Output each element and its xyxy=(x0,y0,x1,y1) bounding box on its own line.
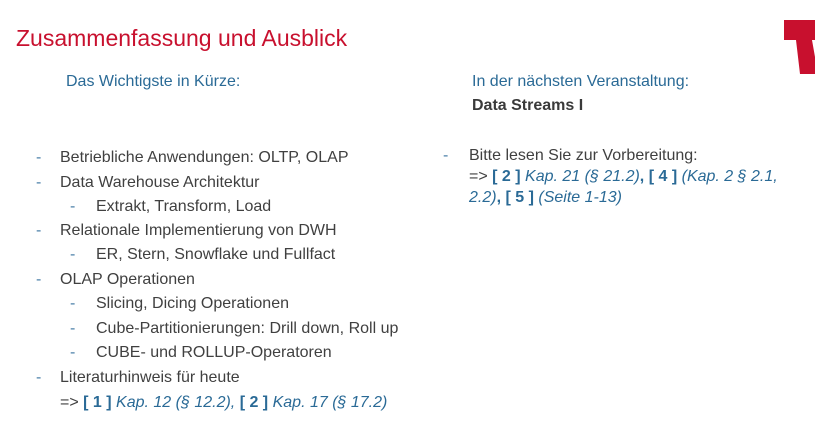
ref-1: [ 1 ] xyxy=(83,394,112,411)
reading-refs-line-1: => [ 2 ] Kap. 21 (§ 21.2), [ 4 ] (Kap. 2… xyxy=(469,168,778,186)
comma: , xyxy=(639,168,645,185)
bullet-dash: - xyxy=(36,369,42,386)
slide-title: Zusammenfassung und Ausblick xyxy=(16,25,348,51)
next-topic: Data Streams I xyxy=(472,97,584,114)
ref-2: [ 2 ] xyxy=(239,394,269,411)
bullet-dash: - xyxy=(36,271,42,288)
sub-bullet-dash: - xyxy=(70,295,76,312)
list-item: Literaturhinweis für heute xyxy=(60,369,240,386)
ref-2-detail: Kap. 21 (§ 21.2) xyxy=(525,168,640,185)
sub-bullet-dash: - xyxy=(70,198,76,215)
sub-list-item: Slicing, Dicing Operationen xyxy=(96,295,289,312)
ref-5: [ 5 ] xyxy=(505,189,534,206)
comma: , xyxy=(496,189,502,206)
bullet-dash: - xyxy=(36,149,42,166)
ref-4-detail-cont: 2.2) xyxy=(469,189,497,206)
sub-bullet-dash: - xyxy=(70,344,76,361)
arrow-text: => xyxy=(60,394,79,411)
ref-1-detail: Kap. 12 (§ 12.2), xyxy=(116,394,236,411)
ref-2: [ 2 ] xyxy=(492,168,521,185)
ref-4: [ 4 ] xyxy=(648,168,678,185)
sub-list-item: ER, Stern, Snowflake und Fullfact xyxy=(96,246,336,263)
list-item: Bitte lesen Sie zur Vorbereitung: xyxy=(469,147,698,164)
bullet-dash: - xyxy=(36,222,42,239)
bullet-dash: - xyxy=(36,174,42,191)
ref-5-detail: (Seite 1-13) xyxy=(538,189,622,206)
list-item: Betriebliche Anwendungen: OLTP, OLAP xyxy=(60,149,349,166)
list-item: OLAP Operationen xyxy=(60,271,195,288)
sub-list-item: Cube-Partitionierungen: Drill down, Roll… xyxy=(96,320,399,337)
left-heading: Das Wichtigste in Kürze: xyxy=(66,73,241,90)
sub-bullet-dash: - xyxy=(70,246,76,263)
right-heading: In der nächsten Veranstaltung: xyxy=(472,73,690,90)
ref-2-detail: Kap. 17 (§ 17.2) xyxy=(272,394,388,411)
sub-list-item: CUBE- und ROLLUP-Operatoren xyxy=(96,344,332,361)
sub-list-item: Extrakt, Transform, Load xyxy=(96,198,272,215)
list-item: Data Warehouse Architektur xyxy=(60,174,260,191)
literature-refs: => [ 1 ] Kap. 12 (§ 12.2), [ 2 ] Kap. 17… xyxy=(60,394,387,412)
ref-4-detail: (Kap. 2 § 2.1, xyxy=(681,168,778,185)
arrow-text: => xyxy=(469,168,488,185)
bullet-dash: - xyxy=(443,147,449,164)
sub-bullet-dash: - xyxy=(70,320,76,337)
university-logo-icon xyxy=(784,20,815,74)
reading-refs-line-2: 2.2), [ 5 ] (Seite 1-13) xyxy=(469,189,622,207)
list-item: Relationale Implementierung von DWH xyxy=(60,222,337,239)
